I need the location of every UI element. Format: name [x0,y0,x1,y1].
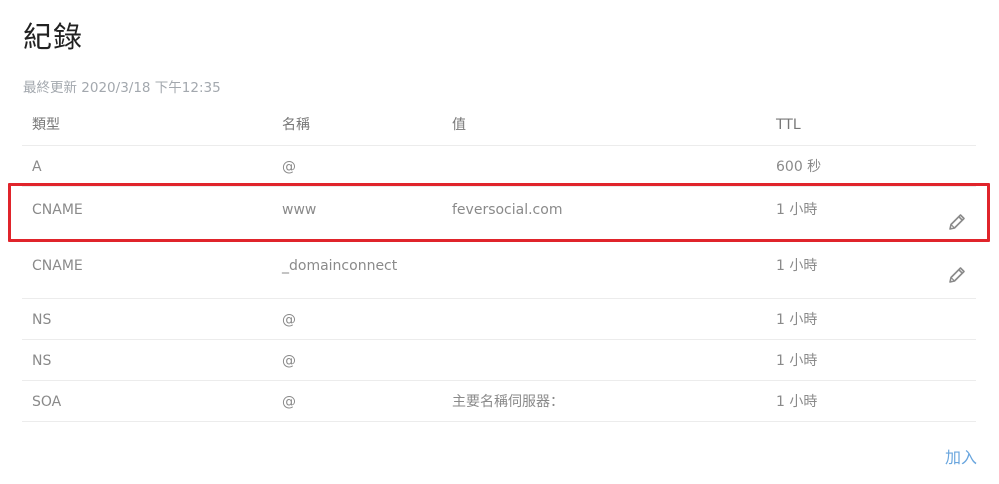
page-title: 紀錄 [23,20,84,54]
dns-records-table: 類型 名稱 值 TTL A @ 600 秒 CNAME www feversoc… [22,104,976,422]
record-type: CNAME [32,202,83,218]
record-ttl: 1 小時 [776,202,818,218]
record-value: 主要名稱伺服器： [452,394,564,410]
column-header-value: 值 [452,117,466,133]
record-name: _domainconnect [282,258,398,274]
pencil-icon[interactable] [946,264,968,286]
table-header-row: 類型 名稱 值 TTL [22,104,976,146]
table-row: NS @ 1 小時 [22,340,976,381]
table-row: CNAME _domainconnect 1 小時 [22,242,976,299]
record-name: @ [282,159,296,175]
add-record-link[interactable]: 加入 [945,444,977,468]
table-row: CNAME www feversocial.com 1 小時 [22,187,976,242]
record-type: CNAME [32,258,83,274]
record-type: A [32,159,42,175]
record-ttl: 1 小時 [776,394,818,410]
record-ttl: 1 小時 [776,312,818,328]
record-ttl: 1 小時 [776,258,818,274]
last-updated-text: 最終更新 2020/3/18 下午12:35 [23,80,221,96]
record-type: NS [32,353,52,369]
column-header-type: 類型 [32,117,60,133]
record-name: @ [282,312,296,328]
column-header-name: 名稱 [282,117,310,133]
record-name: @ [282,394,296,410]
record-ttl: 600 秒 [776,159,822,175]
record-type: SOA [32,394,62,410]
record-name: www [282,202,317,218]
record-value: feversocial.com [452,202,563,218]
record-type: NS [32,312,52,328]
table-row: A @ 600 秒 [22,146,976,187]
pencil-icon[interactable] [946,211,968,233]
table-row: SOA @ 主要名稱伺服器： 1 小時 [22,381,976,422]
table-row: NS @ 1 小時 [22,299,976,340]
column-header-ttl: TTL [776,117,801,133]
record-ttl: 1 小時 [776,353,818,369]
record-name: @ [282,353,296,369]
